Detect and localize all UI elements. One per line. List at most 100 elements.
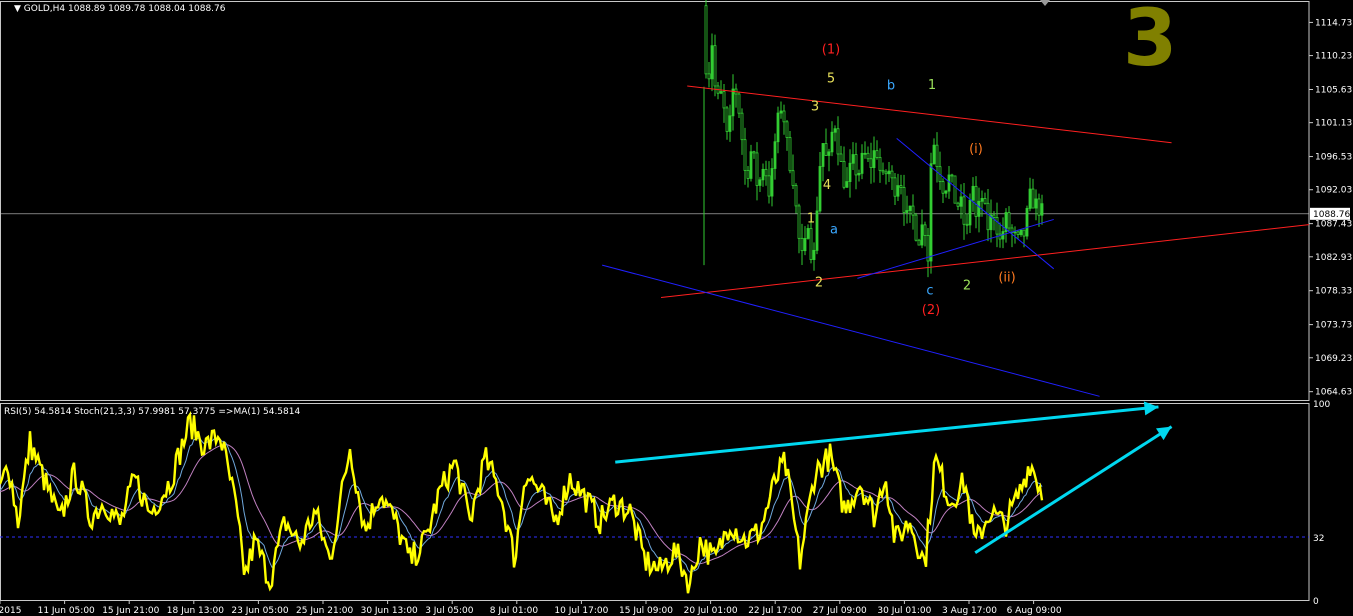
candle-body <box>749 151 753 179</box>
candle-body <box>875 150 879 158</box>
price-tick-label: 1087.43 <box>1315 220 1352 230</box>
price-header: ▼ GOLD,H4 1088.89 1089.78 1088.04 1088.7… <box>14 4 225 14</box>
candle-body <box>935 144 939 168</box>
price-pane-frame <box>0 1 1310 401</box>
candle-body <box>707 73 711 80</box>
wave-label: a <box>830 222 838 237</box>
wave-label: 1 <box>928 78 936 93</box>
candle-body <box>1025 208 1029 237</box>
time-tick-label: 23 Jun 05:00 <box>231 606 288 616</box>
time-tick-label: 18 Jun 13:00 <box>167 606 224 616</box>
chart-svg[interactable]: 1114.73 1110.23 1105.63 1101.13 1096.53 1092.… <box>0 0 1353 616</box>
wave-label: 1 <box>807 211 815 226</box>
candle-body <box>779 110 783 114</box>
price-tick-label: 1096.53 <box>1315 153 1352 163</box>
price-tick-label: 1114.73 <box>1315 18 1352 28</box>
candle-body <box>857 172 861 176</box>
candle-body <box>725 107 729 132</box>
indicator-label: RSI(5) 54.5814 Stoch(21,3,3) 57.9981 57.… <box>4 407 301 417</box>
time-tick-label: 22 Jul 17:00 <box>748 606 802 616</box>
candle-body <box>911 205 915 216</box>
candle-body <box>731 88 735 117</box>
candle-body <box>821 143 825 167</box>
candle-body <box>1031 188 1035 209</box>
candle-body <box>854 154 858 176</box>
candle-body <box>824 143 828 156</box>
candle-body <box>719 91 723 94</box>
candle-body <box>785 121 789 138</box>
candle-body <box>953 175 957 204</box>
candle-body <box>899 185 903 188</box>
candle-body <box>1040 203 1044 216</box>
candle-body <box>956 202 960 207</box>
candle-body <box>920 224 924 246</box>
candle-body <box>992 214 996 218</box>
candle-body <box>1019 229 1023 235</box>
candle-body <box>944 190 948 194</box>
candle-body <box>908 205 912 211</box>
trend-arrow <box>615 405 1159 464</box>
price-tick-label: 1078.33 <box>1315 287 1352 297</box>
chart-stage[interactable]: 1114.73 1110.23 1105.63 1101.13 1096.53 1092.… <box>0 0 1353 616</box>
candle-body <box>1013 231 1017 234</box>
price-tick-label: 1073.73 <box>1315 321 1352 331</box>
wave-label: 4 <box>823 178 831 193</box>
candle-body <box>896 185 900 197</box>
candle-body <box>929 163 933 262</box>
trend-arrow <box>974 425 1173 554</box>
candle-body <box>836 128 840 155</box>
candle-body <box>1037 198 1041 216</box>
price-tick-label: 1110.23 <box>1315 52 1352 62</box>
candle-body <box>959 196 963 207</box>
time-tick-label: 15 Jul 09:00 <box>619 606 673 616</box>
candle-body <box>743 139 747 171</box>
wave-count-label: 3 <box>1123 0 1178 84</box>
candle-body <box>788 137 792 172</box>
candle-body <box>752 151 756 154</box>
wave-label: (ii) <box>998 270 1015 285</box>
candle-body <box>728 115 732 132</box>
candle-body <box>764 168 768 177</box>
candle-body <box>794 185 798 207</box>
candle-body <box>839 153 843 162</box>
osc-tick-label: 100 <box>1313 400 1330 410</box>
price-tick-label: 1105.63 <box>1315 85 1352 95</box>
candle-body <box>812 249 816 260</box>
candle-body <box>845 181 849 188</box>
candle-body <box>848 162 852 182</box>
wave-label: 3 <box>811 99 819 114</box>
candle-body <box>950 174 954 177</box>
candle-body <box>797 205 801 239</box>
candle-body <box>893 177 897 197</box>
candle-body <box>887 170 891 175</box>
candle-body <box>1034 198 1038 209</box>
candle-body <box>983 198 987 204</box>
candle-body <box>1007 212 1011 229</box>
time-tick-label: 8 Jul 01:00 <box>490 606 539 616</box>
candle-body <box>773 141 777 169</box>
wave-label: 5 <box>827 71 835 86</box>
time-tick-label: 30 Jul 01:00 <box>877 606 931 616</box>
candle-body <box>776 112 780 143</box>
scroll-marker-icon[interactable] <box>1040 0 1050 6</box>
candle-body <box>791 170 795 186</box>
candle-body <box>1022 229 1026 237</box>
indicator-header: RSI(5) 54.5814 Stoch(21,3,3) 57.9981 57.… <box>4 407 300 417</box>
wave-label: 2 <box>815 275 823 290</box>
candle-body <box>740 112 744 141</box>
candle-body <box>971 185 975 201</box>
candle-body <box>1016 231 1020 235</box>
candle-body <box>941 181 945 194</box>
candle-body <box>863 152 867 155</box>
candle-body <box>806 228 810 239</box>
candle-body <box>905 210 909 213</box>
dropdown-icon[interactable]: ▼ <box>14 4 21 14</box>
candle-body <box>809 228 813 260</box>
candle-body <box>755 152 759 186</box>
trendline <box>687 85 1172 144</box>
wave-label: (1) <box>822 43 840 58</box>
candle-body <box>881 169 885 173</box>
candle-body <box>902 187 906 213</box>
time-tick-label: 3 Jul 05:00 <box>425 606 474 616</box>
candle-body <box>803 238 807 252</box>
